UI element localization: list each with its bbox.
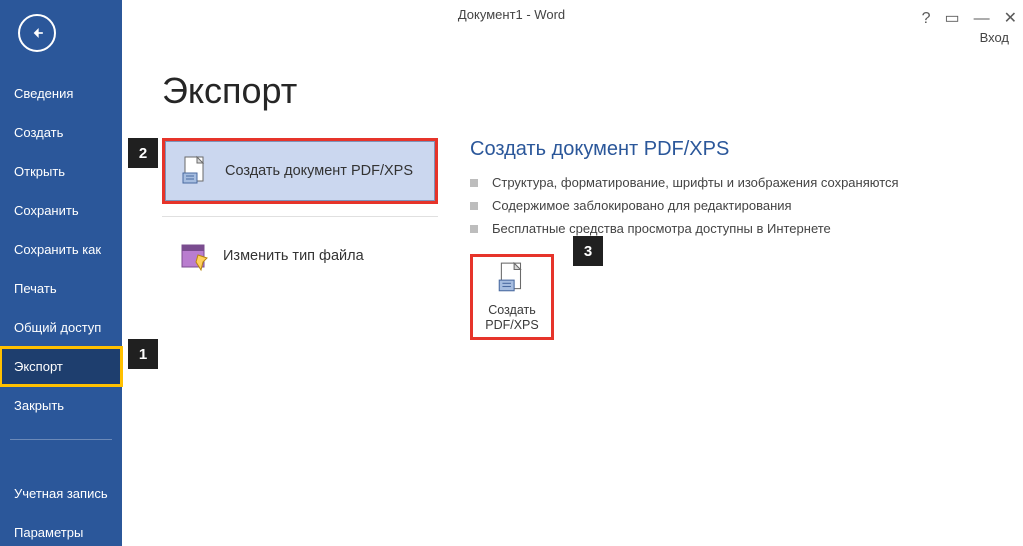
title-bar: Документ1 - Word ? ▭ — ✕ (0, 0, 1023, 30)
close-icon[interactable]: ✕ (1004, 4, 1017, 34)
pdf-document-icon (179, 155, 211, 187)
restore-icon[interactable]: ▭ (944, 4, 959, 34)
window-title: Документ1 - Word (458, 7, 565, 22)
annotation-step-1: 1 (128, 339, 158, 369)
page-title: Экспорт (162, 70, 983, 112)
option-change-file-type[interactable]: Изменить тип файла (162, 225, 438, 287)
nav-separator (10, 439, 112, 440)
backstage-sidebar: Сведения Создать Открыть Сохранить Сохра… (0, 0, 122, 546)
window-controls: ? ▭ — ✕ (922, 4, 1017, 34)
change-file-type-icon (177, 240, 209, 272)
annotation-step-3: 3 (573, 236, 603, 266)
details-bullet: Структура, форматирование, шрифты и изоб… (470, 171, 983, 194)
nav-export[interactable]: Экспорт (0, 347, 122, 386)
nav-new[interactable]: Создать (0, 113, 122, 152)
option-create-pdf-xps[interactable]: Создать документ PDF/XPS (162, 138, 438, 204)
nav-share[interactable]: Общий доступ (0, 308, 122, 347)
option-label: Создать документ PDF/XPS (225, 163, 413, 179)
nav-account[interactable]: Учетная запись (0, 474, 122, 513)
nav-close[interactable]: Закрыть (0, 386, 122, 425)
help-icon[interactable]: ? (922, 4, 931, 34)
option-label: Изменить тип файла (223, 248, 364, 264)
nav-options[interactable]: Параметры (0, 513, 122, 546)
login-link[interactable]: Вход (0, 30, 1023, 50)
details-heading: Создать документ PDF/XPS (470, 138, 983, 161)
annotation-step-2: 2 (128, 138, 158, 168)
back-button[interactable] (18, 14, 56, 52)
content-area: Экспорт Создать документ PDF/XPS (122, 50, 1023, 546)
option-details: Создать документ PDF/XPS Структура, форм… (470, 138, 983, 340)
details-bullet: Содержимое заблокировано для редактирова… (470, 194, 983, 217)
nav-print[interactable]: Печать (0, 269, 122, 308)
export-options: Создать документ PDF/XPS Изменить тип фа… (162, 138, 442, 340)
nav-save[interactable]: Сохранить (0, 191, 122, 230)
create-pdf-xps-button[interactable]: Создать PDF/XPS (470, 254, 554, 340)
nav-open[interactable]: Открыть (0, 152, 122, 191)
options-divider (162, 216, 438, 217)
nav-info[interactable]: Сведения (0, 74, 122, 113)
minimize-icon[interactable]: — (974, 4, 990, 34)
button-label: Создать PDF/XPS (485, 303, 539, 333)
nav-save-as[interactable]: Сохранить как (0, 230, 122, 269)
pdf-document-icon (495, 261, 529, 295)
details-bullet: Бесплатные средства просмотра доступны в… (470, 217, 983, 240)
